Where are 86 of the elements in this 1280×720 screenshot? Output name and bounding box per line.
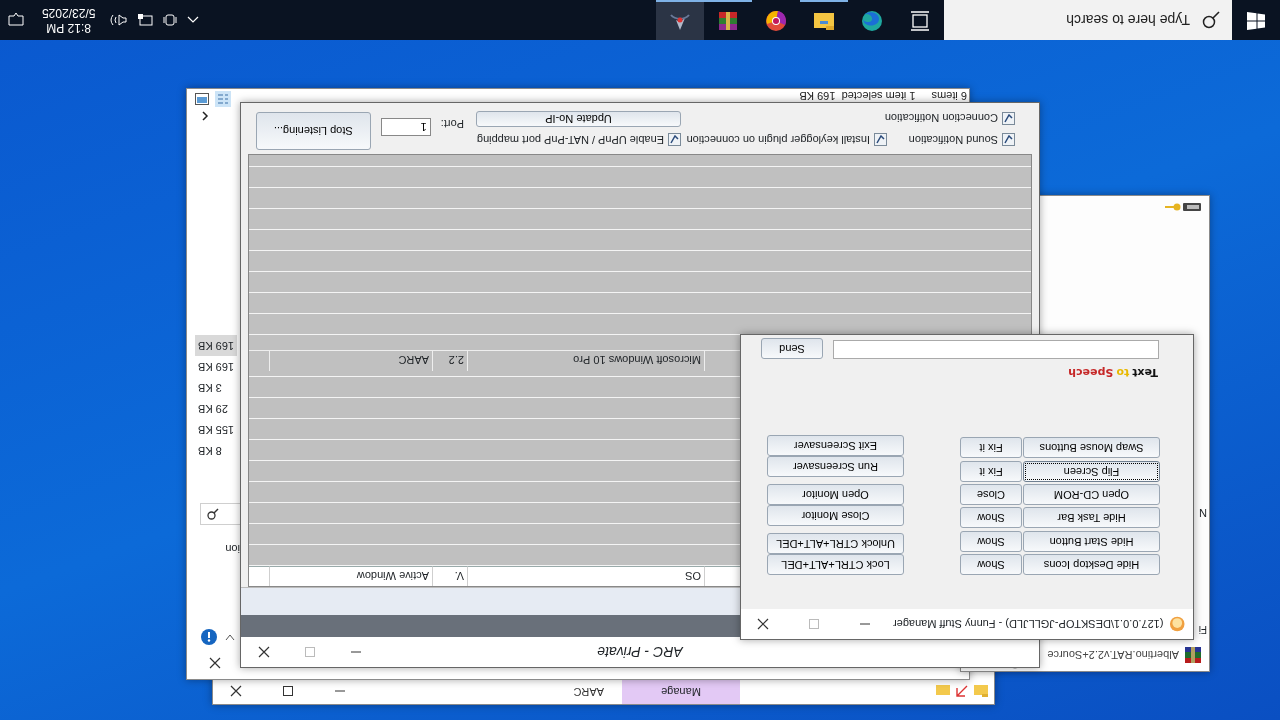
folder-icon xyxy=(974,685,988,698)
checkbox[interactable] xyxy=(874,133,887,147)
action-button[interactable]: Hide Task Bar xyxy=(1023,507,1160,529)
system-button[interactable]: Run Screensaver xyxy=(767,456,904,477)
file-size[interactable]: 169 KB xyxy=(195,356,237,377)
window-title: AARC xyxy=(573,684,604,700)
window-title: ARC - Private xyxy=(596,643,685,663)
column-header[interactable]: Active Window xyxy=(269,566,432,586)
chevron-down-icon[interactable] xyxy=(225,633,235,641)
table-cell: Microsoft Windows 10 Pro xyxy=(467,350,704,371)
chevron-up-icon[interactable] xyxy=(187,16,200,24)
undo-button[interactable]: Show xyxy=(960,554,1022,575)
file-size[interactable]: 155 KB xyxy=(195,419,237,440)
file-size[interactable]: 3 KB xyxy=(195,377,237,398)
send-button[interactable]: Send xyxy=(761,338,823,360)
logo-word: to xyxy=(1116,366,1130,379)
folder-icon xyxy=(936,685,950,698)
notification-icon[interactable] xyxy=(8,12,24,28)
device-icon[interactable] xyxy=(163,12,178,28)
column-header[interactable]: OS xyxy=(467,566,704,586)
help-icon[interactable] xyxy=(201,629,217,645)
action-button[interactable]: Flip Screen xyxy=(1023,460,1160,482)
action-button[interactable]: Hide Start Button xyxy=(1023,530,1160,552)
undo-button[interactable]: Show xyxy=(960,530,1022,552)
undo-button[interactable]: Fix it xyxy=(960,437,1022,459)
window-title: Albertino.RAT.v2.2+Source xyxy=(1047,648,1179,664)
pin-icon xyxy=(956,685,968,698)
browser-icon[interactable] xyxy=(765,10,787,32)
taskbar-app[interactable] xyxy=(656,0,704,40)
folder-icon[interactable] xyxy=(813,10,835,32)
column-header[interactable]: V. xyxy=(432,566,467,586)
system-button[interactable]: Lock CTRL+ALT+DEL xyxy=(767,554,904,575)
browser-icon[interactable] xyxy=(861,10,883,32)
ribbon-tab[interactable]: Manage xyxy=(622,679,740,704)
volume-icon[interactable] xyxy=(109,13,128,27)
search-icon xyxy=(1202,11,1220,29)
label-text: Fi xyxy=(1198,623,1207,635)
file-size[interactable]: 169 KB xyxy=(195,335,237,356)
checkbox-label: Enable UPnP / NAT-PnP port mapping xyxy=(476,133,664,148)
drive-icon xyxy=(1183,203,1201,211)
file-size[interactable]: 29 KB xyxy=(195,398,237,419)
app-icon xyxy=(1169,616,1185,632)
status-text: 1 item selected 169 KB xyxy=(799,90,916,102)
checkbox[interactable] xyxy=(668,133,681,147)
undo-button[interactable]: Fix it xyxy=(960,460,1022,482)
system-button[interactable]: Open Monitor xyxy=(767,484,904,505)
archive-icon[interactable] xyxy=(717,10,739,32)
thumbnail-view-icon[interactable] xyxy=(195,93,209,105)
file-size[interactable]: 8 KB xyxy=(195,440,237,461)
port-label: Port: xyxy=(440,117,464,132)
label-text: N xyxy=(1199,506,1207,519)
clock-date: 5/23/2025 xyxy=(42,5,96,20)
update-button[interactable]: Update No-IP xyxy=(476,111,681,128)
system-button[interactable]: Close Monitor xyxy=(767,505,904,526)
search-bar[interactable]: Type here to search xyxy=(944,0,1232,40)
key-icon xyxy=(1165,202,1181,212)
action-button[interactable]: Hide Desktop Icons xyxy=(1023,554,1160,575)
action-button[interactable]: Open CD-ROM xyxy=(1023,484,1160,505)
checkbox-label: Sound Notification xyxy=(908,133,998,148)
chevron-left-icon[interactable] xyxy=(201,111,209,121)
checkbox[interactable] xyxy=(1002,111,1015,125)
checkbox-label: Install keylogger plugin on connection xyxy=(686,133,870,148)
system-button[interactable]: Unlock CTRL+ALT+DEL xyxy=(767,533,904,554)
search-icon xyxy=(207,508,219,520)
undo-button[interactable]: Close xyxy=(960,484,1022,505)
checkbox-label: Connection Notification xyxy=(884,111,998,127)
checkbox[interactable] xyxy=(1002,133,1015,147)
speech-text-field[interactable] xyxy=(833,340,1159,360)
undo-button[interactable]: Show xyxy=(960,507,1022,529)
action-button[interactable]: Swap Mouse Buttons xyxy=(1023,437,1160,459)
clock[interactable]: 8:12 PM 5/23/2025 xyxy=(42,5,96,35)
port-field[interactable]: 1 xyxy=(380,118,431,136)
table-cell: 2.2 xyxy=(432,350,467,371)
task-view-icon[interactable] xyxy=(909,10,931,32)
archive-icon xyxy=(1185,647,1201,663)
clock-time: 8:12 PM xyxy=(46,20,92,35)
status-text: 6 items xyxy=(931,90,967,102)
system-button[interactable]: Exit Screensaver xyxy=(767,435,904,456)
network-icon[interactable] xyxy=(137,13,154,27)
search-field[interactable] xyxy=(200,503,242,525)
logo-word: Text xyxy=(1132,366,1158,379)
table-cell: AARC xyxy=(269,350,432,371)
logo-word: Speech xyxy=(1068,366,1114,379)
window-title: (127.0.0.1\DESKTOP-JGLLJLD) - Funny Stuff Manager xyxy=(893,617,1164,633)
search-field[interactable]: Type here to search xyxy=(972,8,1192,32)
stop-listening-button[interactable]: Stop Listening... xyxy=(255,112,371,150)
